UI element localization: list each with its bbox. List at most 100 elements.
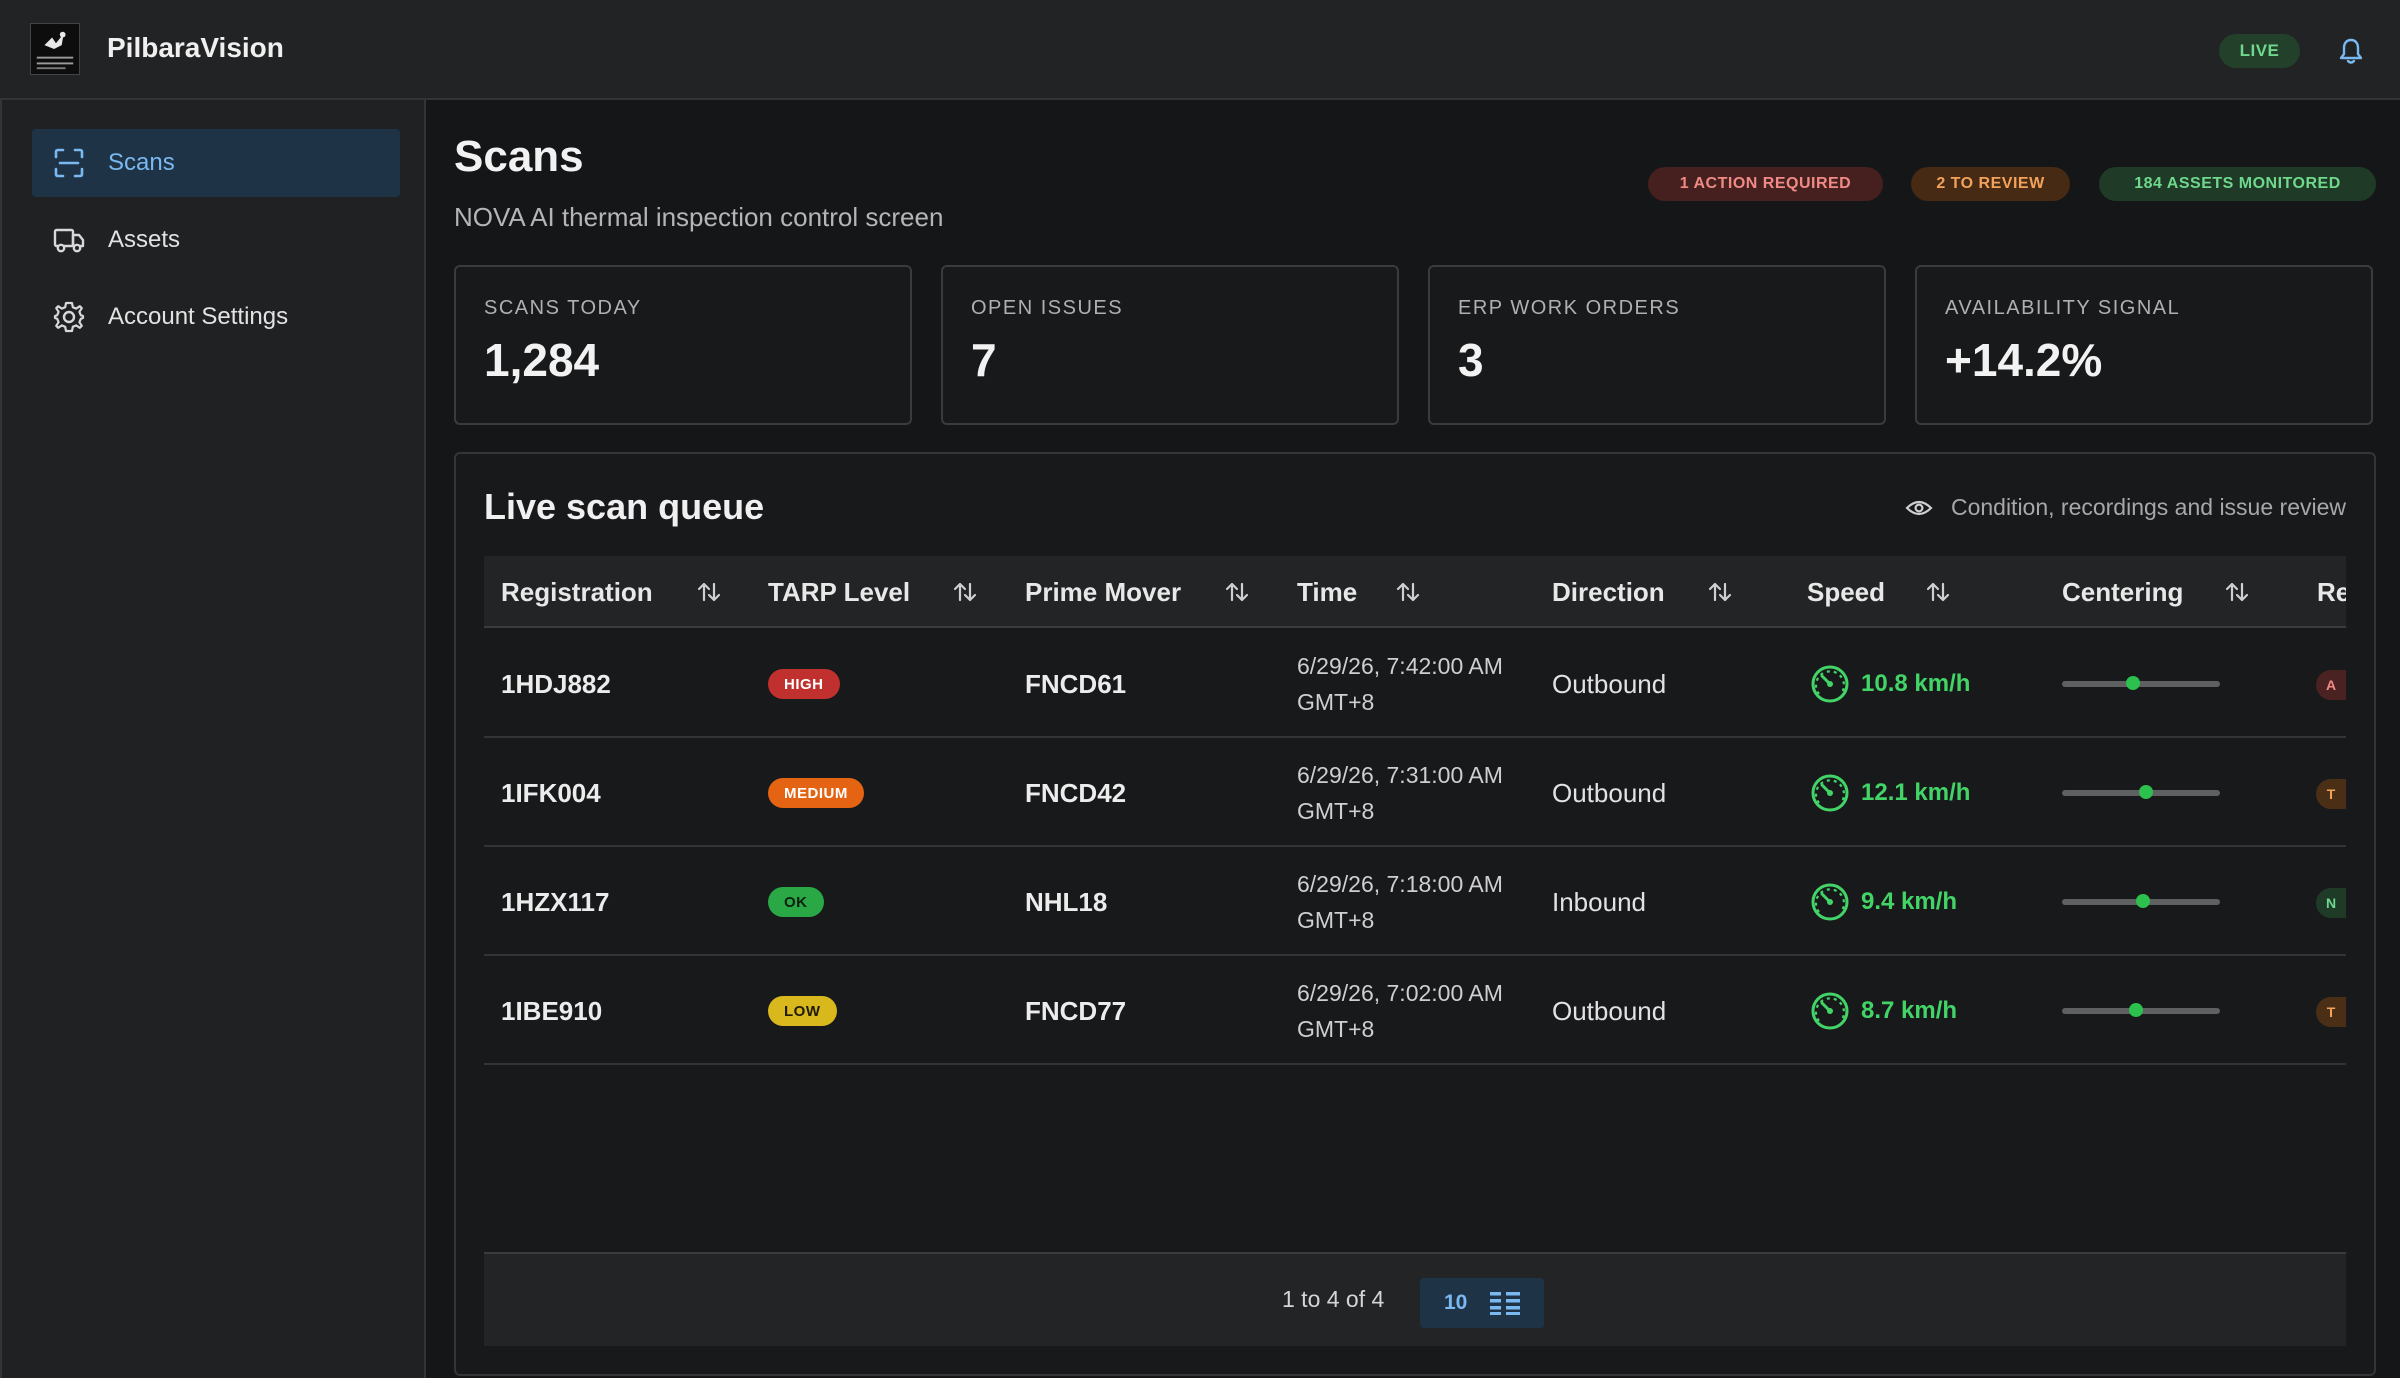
truck-icon [53, 228, 85, 253]
direction-cell: Outbound [1552, 995, 1667, 1026]
column-header-registration[interactable]: Registration [501, 556, 653, 628]
kpi-card-scans-today: SCANS TODAY 1,284 [454, 265, 912, 425]
speed-text: 8.7 km/h [1861, 997, 1958, 1024]
table-row[interactable]: 1HDJ882 HIGH FNCD61 6/29/26, 7:42:00 AM GMT+… [484, 630, 2346, 738]
action-required-badge[interactable]: 1 ACTION REQUIRED [1648, 167, 1883, 201]
centering-marker [2136, 894, 2150, 908]
sort-icon[interactable] [1395, 580, 1421, 604]
time-zone: GMT+8 [1297, 798, 1375, 824]
review-status-chip[interactable]: N [2316, 888, 2346, 918]
panel-title: Live scan queue [484, 486, 765, 527]
review-status-chip[interactable]: T [2316, 779, 2346, 809]
column-header-re[interactable]: Re [2317, 556, 2346, 628]
top-bar: PilbaraVision LIVE [0, 0, 2400, 100]
kpi-card-erp-work-orders: ERP WORK ORDERS 3 [1428, 265, 1886, 425]
speed-value: 10.8 km/h [1809, 663, 1970, 705]
centering-indicator [2062, 676, 2220, 690]
page-size-value: 10 [1444, 1291, 1468, 1314]
kpi-value: +14.2% [1945, 334, 2103, 386]
centering-indicator [2062, 1003, 2220, 1017]
live-status-badge: LIVE [2219, 34, 2300, 68]
column-header-direction[interactable]: Direction [1552, 556, 1665, 628]
column-header-tarp-level[interactable]: TARP Level [768, 556, 910, 628]
kpi-label: OPEN ISSUES [971, 297, 1124, 319]
kpi-value: 1,284 [484, 334, 600, 386]
sort-icon[interactable] [1707, 580, 1733, 604]
direction-cell: Outbound [1552, 777, 1667, 808]
column-header-time[interactable]: Time [1297, 556, 1357, 628]
registration-cell[interactable]: 1HZX117 [501, 848, 609, 956]
table-row[interactable]: 1HZX117 OK NHL18 6/29/26, 7:18:00 AM GMT+8 In… [484, 848, 2346, 956]
column-header-speed[interactable]: Speed [1807, 556, 1885, 628]
tarp-level-badge: HIGH [768, 669, 840, 699]
sidebar-item-account-settings[interactable]: Account Settings [32, 283, 400, 351]
kpi-value: 3 [1458, 334, 1484, 386]
pagination-range: 1 to 4 of 4 [1282, 1286, 1385, 1312]
centering-marker [2129, 1003, 2143, 1017]
sort-icon[interactable] [1224, 580, 1250, 604]
page-subtitle: NOVA AI thermal inspection control scree… [454, 202, 944, 232]
tarp-level-cell: LOW [768, 957, 837, 1065]
kpi-card-availability-signal: AVAILABILITY SIGNAL +14.2% [1915, 265, 2373, 425]
live-scan-queue-panel: Live scan queue Condition, recordings an… [454, 452, 2376, 1376]
speed-text: 12.1 km/h [1861, 779, 1971, 806]
time-date: 6/29/26, 7:31:00 AM [1297, 762, 1503, 788]
speed-cell: 9.4 km/h [1809, 848, 1957, 956]
assets-monitored-badge[interactable]: 184 ASSETS MONITORED [2099, 167, 2376, 201]
tarp-level-cell: OK [768, 848, 824, 956]
speed-value: 8.7 km/h [1809, 990, 1957, 1032]
scan-queue-table: Registration TARP Level Prime Mover Time… [484, 556, 2346, 1066]
page-size-selector[interactable]: 10 [1420, 1278, 1544, 1328]
list-icon [1490, 1292, 1521, 1315]
centering-indicator [2062, 785, 2220, 799]
sidebar-item-scans[interactable]: Scans [32, 129, 400, 197]
registration-cell[interactable]: 1IBE910 [501, 957, 602, 1065]
bell-icon [2339, 38, 2363, 64]
time-zone: GMT+8 [1297, 689, 1375, 715]
speedometer-icon [1811, 883, 1849, 921]
time-cell: 6/29/26, 7:18:00 AM GMT+8 [1297, 848, 1503, 956]
sort-icon[interactable] [696, 580, 722, 604]
kpi-card-open-issues: OPEN ISSUES 7 [941, 265, 1399, 425]
sort-icon[interactable] [2224, 580, 2250, 604]
table-row[interactable]: 1IBE910 LOW FNCD77 6/29/26, 7:02:00 AM GMT+8… [484, 957, 2346, 1065]
table-footer: 1 to 4 of 4 10 [484, 1252, 2346, 1346]
page-title: Scans [454, 132, 584, 181]
panel-hint: Condition, recordings and issue review [1905, 494, 2346, 521]
table-header: Registration TARP Level Prime Mover Time… [484, 556, 2346, 628]
prime-mover-cell: FNCD77 [1025, 995, 1127, 1026]
speed-cell: 10.8 km/h [1809, 630, 1970, 738]
review-status-chip[interactable]: T [2316, 997, 2346, 1027]
logo-icon [31, 24, 79, 74]
registration-cell[interactable]: 1HDJ882 [501, 630, 611, 738]
prime-mover-cell: FNCD61 [1025, 668, 1127, 699]
notifications-button[interactable] [2336, 36, 2366, 66]
scan-icon [54, 148, 84, 178]
sidebar: Scans Assets Account Settings [0, 100, 426, 1378]
time-date: 6/29/26, 7:18:00 AM [1297, 871, 1503, 897]
sort-icon[interactable] [1925, 580, 1951, 604]
app-title: PilbaraVision [107, 32, 284, 63]
speed-text: 9.4 km/h [1861, 888, 1958, 915]
sidebar-item-assets[interactable]: Assets [32, 206, 400, 274]
time-cell: 6/29/26, 7:31:00 AM GMT+8 [1297, 739, 1503, 847]
app-logo[interactable] [30, 23, 80, 75]
review-status-chip[interactable]: A [2316, 670, 2346, 700]
direction-cell: Outbound [1552, 668, 1667, 699]
time-zone: GMT+8 [1297, 1016, 1375, 1042]
registration-cell[interactable]: 1IFK004 [501, 739, 601, 847]
kpi-label: SCANS TODAY [484, 297, 642, 319]
sort-icon[interactable] [952, 580, 978, 604]
panel-hint-text: Condition, recordings and issue review [1950, 494, 2346, 520]
time-zone: GMT+8 [1297, 907, 1375, 933]
column-header-centering[interactable]: Centering [2062, 556, 2183, 628]
speedometer-icon [1811, 774, 1849, 812]
gear-icon [53, 301, 85, 333]
sidebar-item-label: Scans [108, 149, 175, 176]
centering-marker [2126, 676, 2140, 690]
centering-indicator [2062, 894, 2220, 908]
column-header-prime-mover[interactable]: Prime Mover [1025, 556, 1181, 628]
to-review-badge[interactable]: 2 TO REVIEW [1911, 167, 2070, 201]
speed-cell: 8.7 km/h [1809, 957, 1957, 1065]
table-row[interactable]: 1IFK004 MEDIUM FNCD42 6/29/26, 7:31:00 AM GM… [484, 739, 2346, 847]
